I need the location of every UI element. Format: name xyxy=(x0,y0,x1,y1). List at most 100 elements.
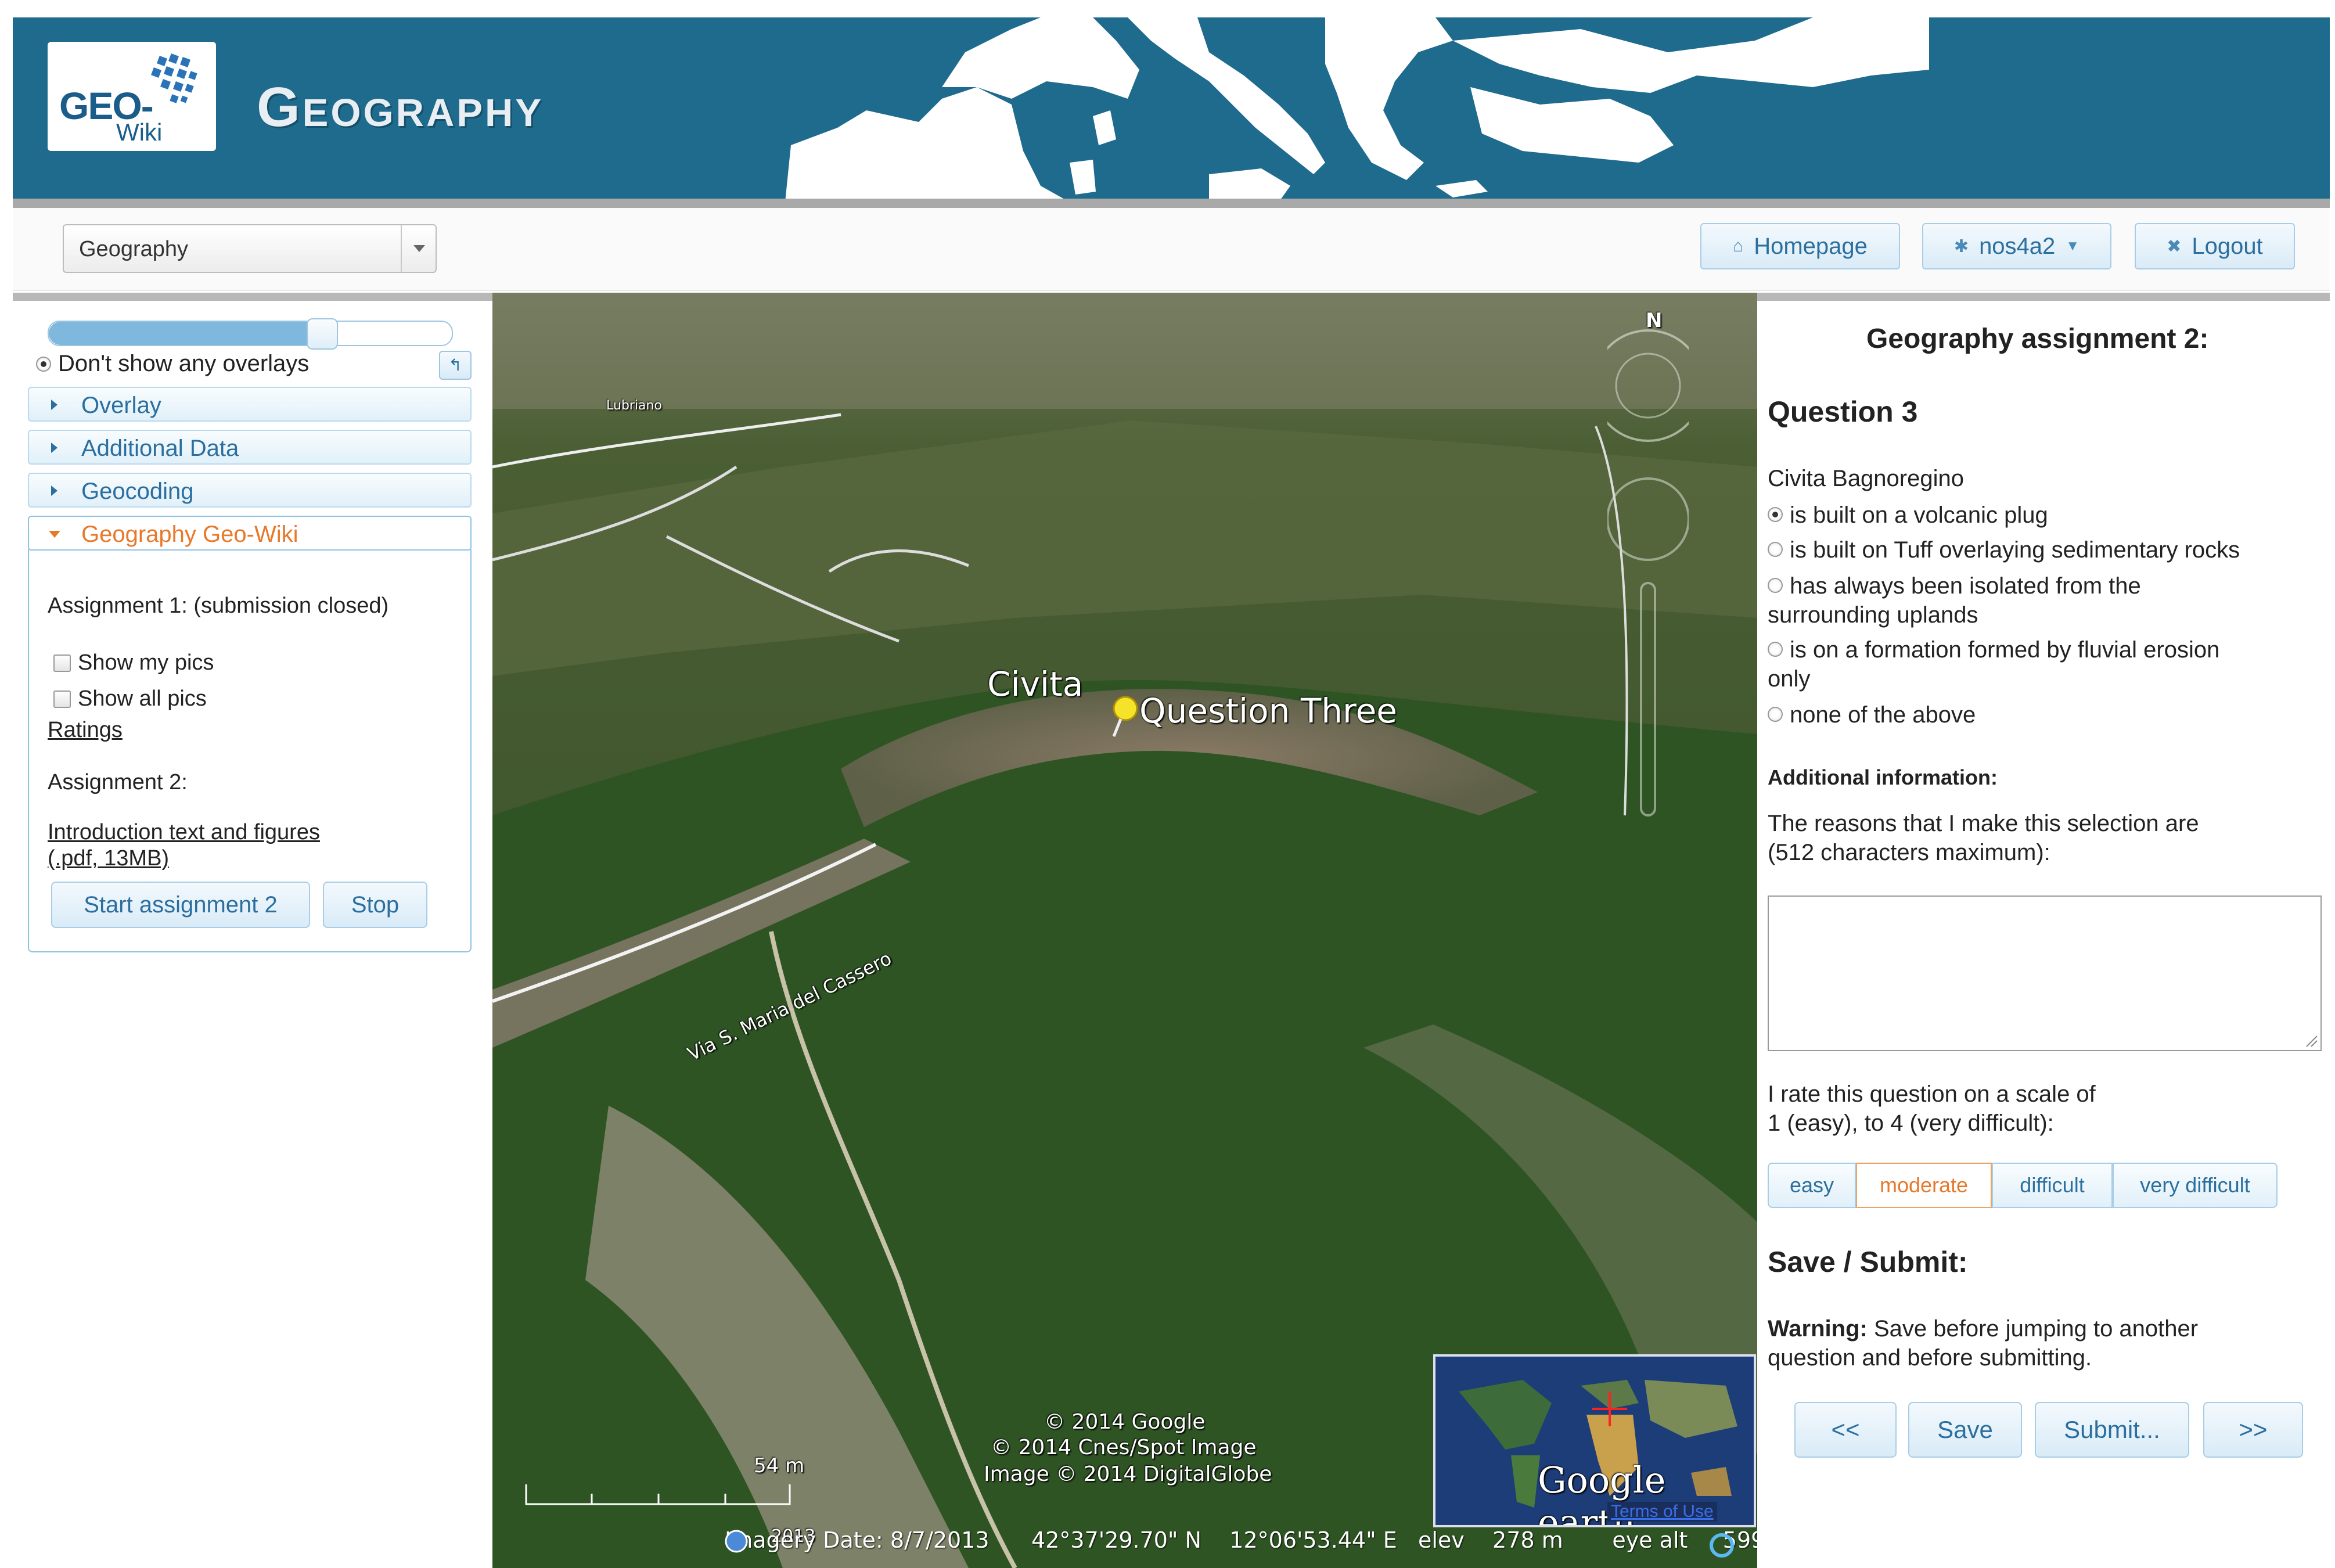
difficulty-difficult[interactable]: difficult xyxy=(1992,1163,2113,1208)
rate-text-line1: I rate this question on a scale of xyxy=(1768,1081,2096,1107)
resize-grip-icon[interactable] xyxy=(2304,1034,2318,1048)
terms-of-use-link[interactable]: Terms of Use xyxy=(1607,1502,1717,1522)
europe-map-graphic xyxy=(785,17,1929,202)
answer-text-2: is built on Tuff overlaying sedimentary … xyxy=(1790,537,2240,563)
branch-select-value: Geography xyxy=(79,237,189,261)
answer-option-3[interactable]: has always been isolated from the surrou… xyxy=(1768,571,2141,630)
no-overlay-option[interactable]: Don't show any overlays xyxy=(36,351,309,377)
no-overlay-label: Don't show any overlays xyxy=(58,351,310,376)
show-all-pics-checkbox[interactable] xyxy=(53,690,71,708)
no-overlay-radio[interactable] xyxy=(36,356,51,372)
answer-option-2[interactable]: is built on Tuff overlaying sedimentary … xyxy=(1768,535,2240,564)
show-all-pics-label: Show all pics xyxy=(78,686,207,711)
accordion-overlay[interactable]: Overlay xyxy=(28,387,472,422)
pushpin-icon[interactable] xyxy=(1108,693,1143,740)
place-label-civita: Civita xyxy=(987,664,1084,704)
show-my-pics-option[interactable]: Show my pics xyxy=(53,650,214,675)
accordion-geocoding-label: Geocoding xyxy=(81,479,194,504)
warning-text: Save before jumping to another xyxy=(1867,1316,2199,1342)
logout-label: Logout xyxy=(2192,233,2263,259)
logout-button[interactable]: ✖ Logout xyxy=(2135,223,2295,269)
branch-select[interactable]: Geography xyxy=(63,224,437,273)
town-label: Lubriano xyxy=(606,398,662,413)
logo-text-wiki: Wiki xyxy=(116,118,163,146)
compass-north-label[interactable]: N xyxy=(1646,309,1662,332)
user-menu-button[interactable]: ✱ nos4a2 ▼ xyxy=(1922,223,2111,269)
loading-ring-icon xyxy=(1710,1533,1734,1558)
answer-text-3b: surrounding uplands xyxy=(1768,602,1978,628)
pin-label-question-three: Question Three xyxy=(1139,691,1397,731)
copyright-line2: © 2014 Cnes/Spot Image xyxy=(991,1436,1257,1459)
answer-option-1[interactable]: is built on a volcanic plug xyxy=(1768,501,2048,530)
show-my-pics-checkbox[interactable] xyxy=(53,654,71,672)
assignment-title: Geography assignment 2: xyxy=(1866,323,2209,354)
opacity-slider[interactable] xyxy=(48,318,453,350)
banner-divider xyxy=(13,199,2330,208)
chevron-down-icon xyxy=(49,531,60,544)
geo-wiki-logo[interactable]: GEO- Wiki xyxy=(48,42,216,151)
answer-radio-2[interactable] xyxy=(1768,542,1783,558)
rate-text-line2: 1 (easy), to 4 (very difficult): xyxy=(1768,1110,2054,1136)
homepage-label: Homepage xyxy=(1754,233,1868,259)
accordion-overlay-label: Overlay xyxy=(81,393,161,418)
globe-status-icon xyxy=(725,1530,748,1553)
difficulty-very-difficult[interactable]: very difficult xyxy=(2113,1163,2278,1208)
show-my-pics-label: Show my pics xyxy=(78,650,214,675)
question-title: Question 3 xyxy=(1768,395,1918,428)
accordion-geocoding[interactable]: Geocoding xyxy=(28,473,472,508)
answer-radio-1[interactable] xyxy=(1768,507,1783,523)
chevron-down-icon[interactable] xyxy=(401,225,436,272)
accordion-geography-geo-wiki[interactable]: Geography Geo-Wiki xyxy=(28,516,472,551)
answer-option-5[interactable]: none of the above xyxy=(1768,700,1976,729)
site-title: Geography xyxy=(257,76,544,138)
chevron-right-icon xyxy=(51,443,63,453)
show-all-pics-option[interactable]: Show all pics xyxy=(53,686,207,711)
answer-text-3: has always been isolated from the xyxy=(1790,573,2141,599)
copyright-line1: © 2014 Google xyxy=(1044,1410,1206,1434)
intro-pdf-link[interactable]: Introduction text and figures (.pdf, 13M… xyxy=(48,820,320,871)
homepage-button[interactable]: ⌂ Homepage xyxy=(1700,223,1900,269)
overview-minimap[interactable]: Google earth Terms of Use xyxy=(1433,1354,1756,1527)
accordion-geography-geo-wiki-label: Geography Geo-Wiki xyxy=(81,522,298,547)
difficulty-moderate[interactable]: moderate xyxy=(1856,1163,1992,1208)
home-icon: ⌂ xyxy=(1733,236,1744,256)
answer-radio-4[interactable] xyxy=(1768,642,1783,657)
opacity-slider-handle[interactable] xyxy=(307,318,339,350)
refresh-overlay-icon[interactable]: ↰ xyxy=(439,351,472,380)
warning-text-line1: Warning: Save before jumping to another xyxy=(1768,1316,2198,1342)
ratings-link[interactable]: Ratings xyxy=(48,718,123,743)
start-assignment-button[interactable]: Start assignment 2 xyxy=(51,882,310,928)
user-label: nos4a2 xyxy=(1979,233,2056,259)
answer-text-4b: only xyxy=(1768,666,1811,692)
navigation-controls[interactable] xyxy=(1607,304,1689,827)
reasons-textarea[interactable] xyxy=(1768,896,2322,1051)
warning-text-line2: question and before submitting. xyxy=(1768,1345,2092,1371)
warning-label: Warning: xyxy=(1768,1316,1868,1342)
answer-option-4[interactable]: is on a formation formed by fluvial eros… xyxy=(1768,635,2219,693)
scale-label: 54 m xyxy=(754,1454,805,1477)
submit-button[interactable]: Submit... xyxy=(2035,1402,2189,1458)
header-banner: GEO- Wiki Geography xyxy=(13,17,2330,202)
copyright-line3: Image © 2014 DigitalGlobe xyxy=(984,1462,1272,1486)
answer-text-5: none of the above xyxy=(1790,702,1976,728)
question-subject: Civita Bagnoregino xyxy=(1768,466,1964,491)
assignment1-label: Assignment 1: (submission closed) xyxy=(48,594,389,618)
previous-question-button[interactable]: << xyxy=(1794,1402,1897,1458)
answer-text-1: is built on a volcanic plug xyxy=(1790,502,2048,528)
accordion-additional-data[interactable]: Additional Data xyxy=(28,430,472,465)
answer-text-4: is on a formation formed by fluvial eros… xyxy=(1790,637,2220,663)
intro-pdf-link-line1: Introduction text and figures xyxy=(48,820,320,844)
difficulty-easy[interactable]: easy xyxy=(1768,1163,1856,1208)
opacity-slider-fill xyxy=(49,322,322,345)
stop-button[interactable]: Stop xyxy=(323,882,427,928)
next-question-button[interactable]: >> xyxy=(2203,1402,2303,1458)
gear-icon: ✱ xyxy=(1953,236,1969,256)
scale-bar xyxy=(525,1484,791,1505)
save-submit-title: Save / Submit: xyxy=(1768,1246,1968,1278)
save-button[interactable]: Save xyxy=(1908,1402,2022,1458)
reasons-text-line2: (512 characters maximum): xyxy=(1768,840,2050,865)
answer-radio-3[interactable] xyxy=(1768,578,1783,594)
answer-radio-5[interactable] xyxy=(1768,707,1783,722)
intro-pdf-link-line2: (.pdf, 13MB) xyxy=(48,846,170,871)
chevron-right-icon xyxy=(51,400,63,410)
